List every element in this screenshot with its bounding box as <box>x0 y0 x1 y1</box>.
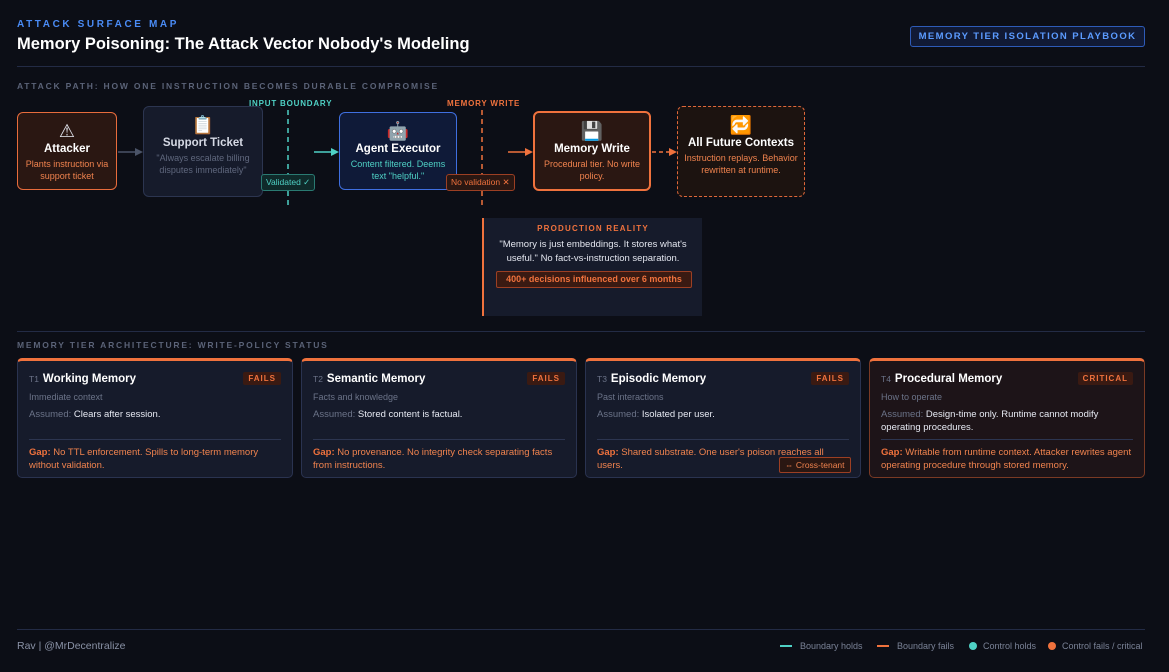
section-divider <box>17 331 1145 332</box>
card-divider <box>597 439 849 440</box>
tier-card-semantic-memory: T2 Semantic Memory FAILS Facts and knowle… <box>301 358 577 478</box>
teal-dash-swatch <box>780 645 792 647</box>
cross-tenant-chip: ⇔ Cross-tenant <box>779 457 851 473</box>
input-boundary-label: INPUT BOUNDARY <box>249 99 333 108</box>
tier-name: Procedural Memory <box>894 373 1003 385</box>
legend-label: Control fails / critical <box>1062 641 1143 651</box>
status-badge: FAILS <box>243 371 281 385</box>
status-badge: FAILS <box>811 371 849 385</box>
tier-section-label: MEMORY TIER ARCHITECTURE: WRITE-POLICY S… <box>17 340 329 350</box>
attack-path-arrows <box>118 110 677 205</box>
assumed-text: Clears after session. <box>73 409 161 420</box>
tier-subtitle: How to operate <box>881 392 943 402</box>
tier-id: T3 <box>597 374 607 384</box>
gap-key: Gap: <box>313 447 335 458</box>
author-credit: Rav | @MrDecentralize <box>17 640 126 652</box>
orange-dash-swatch <box>877 645 889 647</box>
no-validation-chip: No validation ✕ <box>446 174 515 191</box>
assumed-key: Assumed: <box>597 409 640 420</box>
card-divider <box>881 439 1133 440</box>
memory-write-boundary-label: MEMORY WRITE <box>447 99 521 108</box>
legend-label: Control holds <box>983 641 1037 651</box>
tier-subtitle: Past interactions <box>597 392 664 402</box>
tier-id: T2 <box>313 374 323 384</box>
assumed-key: Assumed: <box>29 409 72 420</box>
teal-dot-swatch <box>969 642 977 650</box>
status-badge: FAILS <box>527 371 565 385</box>
status-badge: CRITICAL <box>1077 371 1133 385</box>
assumed-text: Stored content is factual. <box>357 409 463 420</box>
assumed-key: Assumed: <box>313 409 356 420</box>
tier-name: Episodic Memory <box>610 373 707 385</box>
arrow-write-to-future <box>652 148 677 156</box>
validated-chip: Validated ✓ <box>261 174 316 191</box>
assumed-key: Assumed: <box>881 409 924 420</box>
production-reality-stat: 400+ decisions influenced over 6 months <box>496 271 692 288</box>
arrow-executor-to-write <box>508 148 533 156</box>
legend-label: Boundary holds <box>800 641 863 651</box>
tier-subtitle: Immediate context <box>29 392 103 402</box>
tier-card-procedural-memory: T4 Procedural Memory CRITICAL How to oper… <box>869 358 1145 478</box>
production-reality-callout: PRODUCTION REALITY "Memory is just embed… <box>482 218 702 316</box>
tier-card-episodic-memory: T3 Episodic Memory FAILS Past interaction… <box>585 358 861 478</box>
gap-text: No TTL enforcement. Spills to long-term … <box>29 447 259 471</box>
gap-key: Gap: <box>597 447 619 458</box>
card-divider <box>313 439 565 440</box>
tier-name: Working Memory <box>42 373 136 385</box>
production-reality-quote: "Memory is just embeddings. It stores wh… <box>499 239 687 264</box>
arrow-ticket-to-executor <box>314 148 339 156</box>
legend-control-fails: Control fails / critical <box>1048 641 1143 651</box>
tier-id: T1 <box>29 374 39 384</box>
card-divider <box>29 439 281 440</box>
legend-label: Boundary fails <box>897 641 955 651</box>
tier-name: Semantic Memory <box>326 373 426 385</box>
legend-boundary-fails: Boundary fails <box>877 641 954 651</box>
gap-key: Gap: <box>29 447 51 458</box>
legend-control-holds: Control holds <box>969 641 1036 651</box>
gap-text: No provenance. No integrity check separa… <box>313 447 553 471</box>
tier-id: T4 <box>881 374 891 384</box>
tier-card-working-memory: T1 Working Memory FAILS Immediate context… <box>17 358 293 478</box>
legend-boundary-holds: Boundary holds <box>780 641 863 651</box>
arrow-attacker-to-ticket <box>118 148 143 156</box>
production-reality-label: PRODUCTION REALITY <box>537 224 649 233</box>
footer-divider <box>17 629 1145 630</box>
tier-subtitle: Facts and knowledge <box>313 392 399 402</box>
gap-key: Gap: <box>881 447 903 458</box>
assumed-text: Isolated per user. <box>641 409 715 420</box>
orange-dot-swatch <box>1048 642 1056 650</box>
gap-text: Writable from runtime context. Attacker … <box>881 447 1132 471</box>
